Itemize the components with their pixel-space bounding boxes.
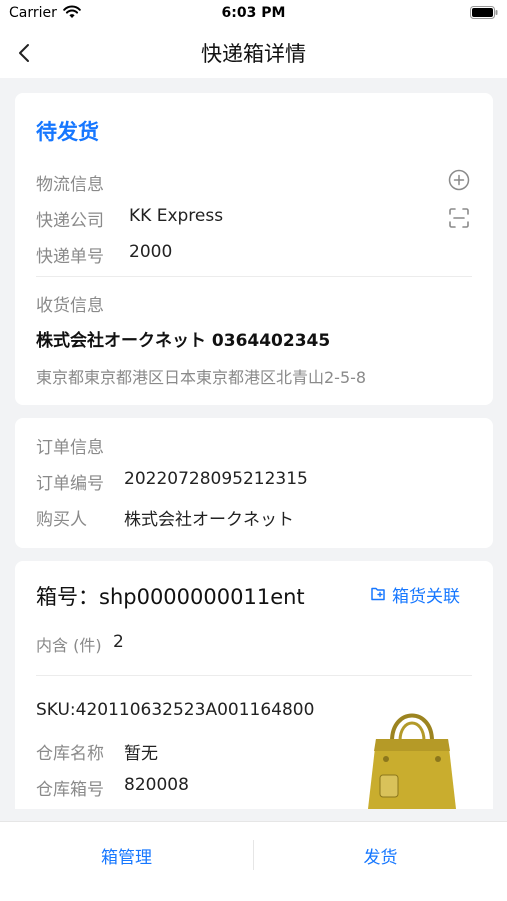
- tracking-number-label: 快递单号: [36, 247, 104, 267]
- box-management-button[interactable]: 箱管理: [0, 822, 253, 888]
- clock-time: 6:03 PM: [221, 5, 286, 21]
- scan-icon[interactable]: [448, 207, 470, 229]
- box-card: 箱号：shp0000000011ent 箱货关联 内含 (件) 2 SKU:42…: [15, 561, 493, 809]
- courier-value: KK Express: [129, 206, 224, 226]
- sku-text: SKU:420110632523A001164800: [36, 700, 315, 720]
- order-number-value: 20220728095212315: [124, 469, 308, 489]
- bottom-action-bar: 箱管理 发货: [0, 821, 507, 901]
- order-number-label: 订单编号: [36, 474, 104, 494]
- tracking-number-value: 2000: [129, 242, 173, 262]
- box-number-title: 箱号：shp0000000011ent: [36, 585, 305, 609]
- warehouse-box-label: 仓库箱号: [36, 780, 104, 800]
- receiver-name-phone: 株式会社オークネット 0364402345: [36, 331, 331, 351]
- receiver-info-label: 收货信息: [36, 296, 104, 316]
- buyer-label: 购买人: [36, 510, 87, 530]
- warehouse-name-label: 仓库名称: [36, 744, 104, 764]
- link-box-icon[interactable]: [369, 584, 387, 602]
- navigation-bar: 快递箱详情: [0, 28, 507, 78]
- battery-icon: [470, 6, 498, 19]
- warehouse-name-value: 暂无: [124, 744, 158, 764]
- receiver-address: 東京都東京都港区日本東京都港区北青山2-5-8: [36, 368, 367, 387]
- shipment-card: 待发货 物流信息 快递公司 KK Express 快递单号 2000 收货信息 …: [15, 93, 493, 405]
- box-link-button[interactable]: 箱货关联: [392, 582, 460, 607]
- courier-label: 快递公司: [36, 211, 104, 231]
- contains-value: 2: [113, 632, 124, 652]
- page-title: 快递箱详情: [201, 42, 306, 66]
- order-info-label: 订单信息: [36, 438, 104, 458]
- ship-button[interactable]: 发货: [254, 822, 507, 888]
- shipment-status: 待发货: [36, 120, 99, 144]
- buyer-value: 株式会社オークネット: [124, 510, 294, 530]
- order-card: 订单信息 订单编号 20220728095212315 购买人 株式会社オークネ…: [15, 418, 493, 548]
- contains-label: 内含 (件): [36, 636, 102, 655]
- logistics-info-label: 物流信息: [36, 175, 104, 195]
- status-bar: Carrier 6:03 PM: [0, 0, 507, 28]
- divider: [36, 276, 472, 277]
- divider: [36, 675, 472, 676]
- warehouse-box-value: 820008: [124, 775, 189, 795]
- add-circle-icon[interactable]: [448, 169, 470, 191]
- product-handbag-image: [368, 713, 456, 809]
